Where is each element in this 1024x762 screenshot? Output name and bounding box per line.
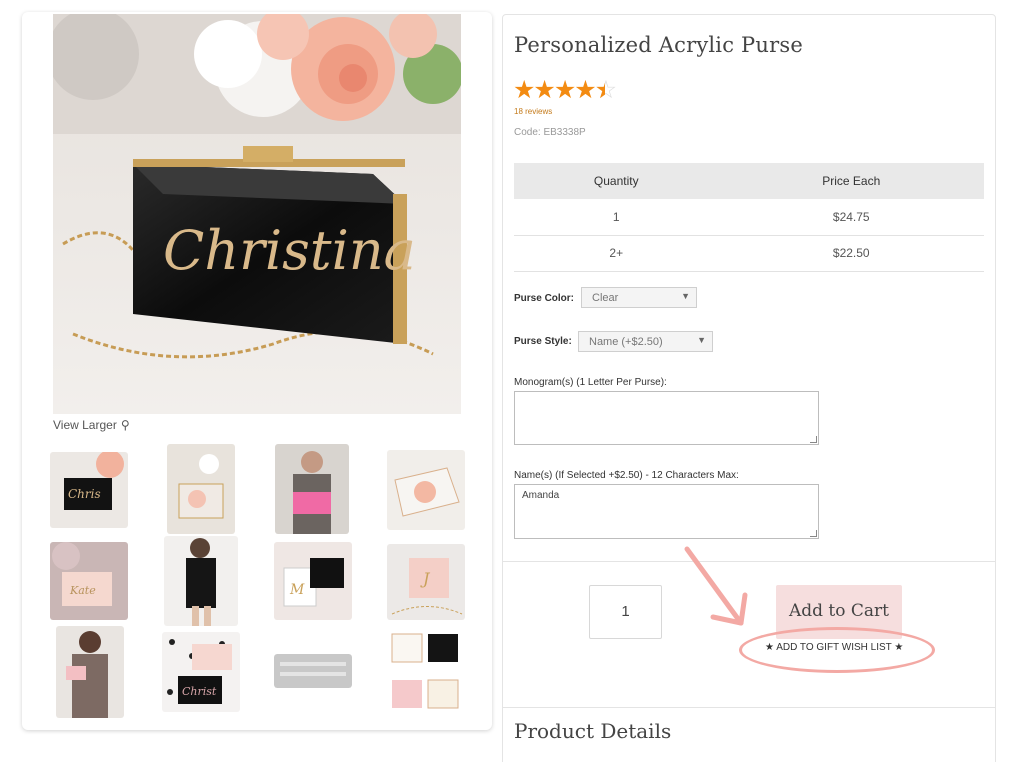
reviews-link[interactable]: 18 reviews <box>514 107 552 116</box>
star-icon: ★ <box>553 76 576 104</box>
thumbnail-11[interactable] <box>274 654 352 688</box>
zoom-icon: ⚲ <box>120 418 130 432</box>
thumbnail-12[interactable] <box>388 628 464 718</box>
resize-handle-icon[interactable] <box>810 530 817 537</box>
product-title: Personalized Acrylic Purse <box>514 33 803 57</box>
price-table-header-quantity: Quantity <box>514 163 719 199</box>
table-cell: 1 <box>514 199 719 236</box>
divider <box>503 707 995 708</box>
table-row: 1 $24.75 <box>514 199 984 236</box>
svg-text:Christina: Christina <box>163 219 416 282</box>
monogram-textarea[interactable] <box>514 391 819 445</box>
svg-text:Kate: Kate <box>69 584 96 597</box>
svg-text:M: M <box>289 582 305 598</box>
thumbnail-2[interactable] <box>167 444 235 534</box>
monogram-label: Monogram(s) (1 Letter Per Purse): <box>514 377 667 388</box>
thumbnail-4[interactable] <box>387 450 465 530</box>
product-code: Code: EB3338P <box>514 127 586 138</box>
thumbnail-6[interactable] <box>164 536 238 626</box>
main-product-image[interactable]: Christina <box>53 14 461 414</box>
name-field-label: Name(s) (If Selected +$2.50) - 12 Charac… <box>514 470 739 481</box>
quantity-input[interactable]: 1 <box>589 585 662 639</box>
purse-style-label: Purse Style: <box>514 336 572 347</box>
add-to-gift-wish-list-link[interactable]: ★ ADD TO GIFT WISH LIST ★ <box>765 642 903 653</box>
purse-color-select[interactable]: Clear ▼ <box>581 287 697 308</box>
view-larger-link[interactable]: View Larger ⚲ <box>53 418 130 432</box>
svg-text:Christ: Christ <box>182 685 217 698</box>
name-textarea[interactable]: Amanda <box>514 484 819 539</box>
thumbnail-9[interactable] <box>56 626 124 718</box>
purse-color-value: Clear <box>592 292 619 304</box>
thumbnail-5[interactable]: Kate <box>50 542 128 620</box>
product-details-heading: Product Details <box>514 719 672 743</box>
table-row: 2+ $22.50 <box>514 235 984 272</box>
table-cell: $22.50 <box>718 235 984 272</box>
price-table-header-price: Price Each <box>718 163 984 199</box>
thumbnail-10[interactable]: Christ <box>162 632 240 712</box>
half-star-icon: ☆★ <box>594 76 617 104</box>
thumbnail-1[interactable]: Chris <box>50 452 128 528</box>
table-cell: 2+ <box>514 235 719 272</box>
table-cell: $24.75 <box>718 199 984 236</box>
chevron-down-icon: ▼ <box>697 335 706 345</box>
thumbnail-7[interactable]: M <box>274 542 352 620</box>
purse-style-value: Name (+$2.50) <box>589 336 663 348</box>
chevron-down-icon: ▼ <box>681 291 690 301</box>
purse-color-label: Purse Color: <box>514 293 575 304</box>
rating-stars: ★★★★☆★ <box>513 75 617 105</box>
purse-style-select[interactable]: Name (+$2.50) ▼ <box>578 331 713 352</box>
resize-handle-icon[interactable] <box>810 436 817 443</box>
price-table: Quantity Price Each 1 $24.75 2+ $22.50 <box>514 163 984 272</box>
star-icon: ★ <box>574 76 596 104</box>
thumbnail-8[interactable]: J <box>387 544 465 620</box>
product-panel: Personalized Acrylic Purse ★★★★☆★ 18 rev… <box>502 14 996 762</box>
star-icon: ★ <box>533 76 555 104</box>
annotation-arrow-icon <box>684 546 748 626</box>
product-gallery: Christina View Larger ⚲ Chris Kate M J C… <box>22 12 492 730</box>
thumbnail-3[interactable] <box>275 444 349 534</box>
name-value: Amanda <box>522 490 560 501</box>
star-icon: ★ <box>513 76 535 104</box>
view-larger-label: View Larger <box>53 418 117 432</box>
svg-text:Chris: Chris <box>68 487 101 501</box>
